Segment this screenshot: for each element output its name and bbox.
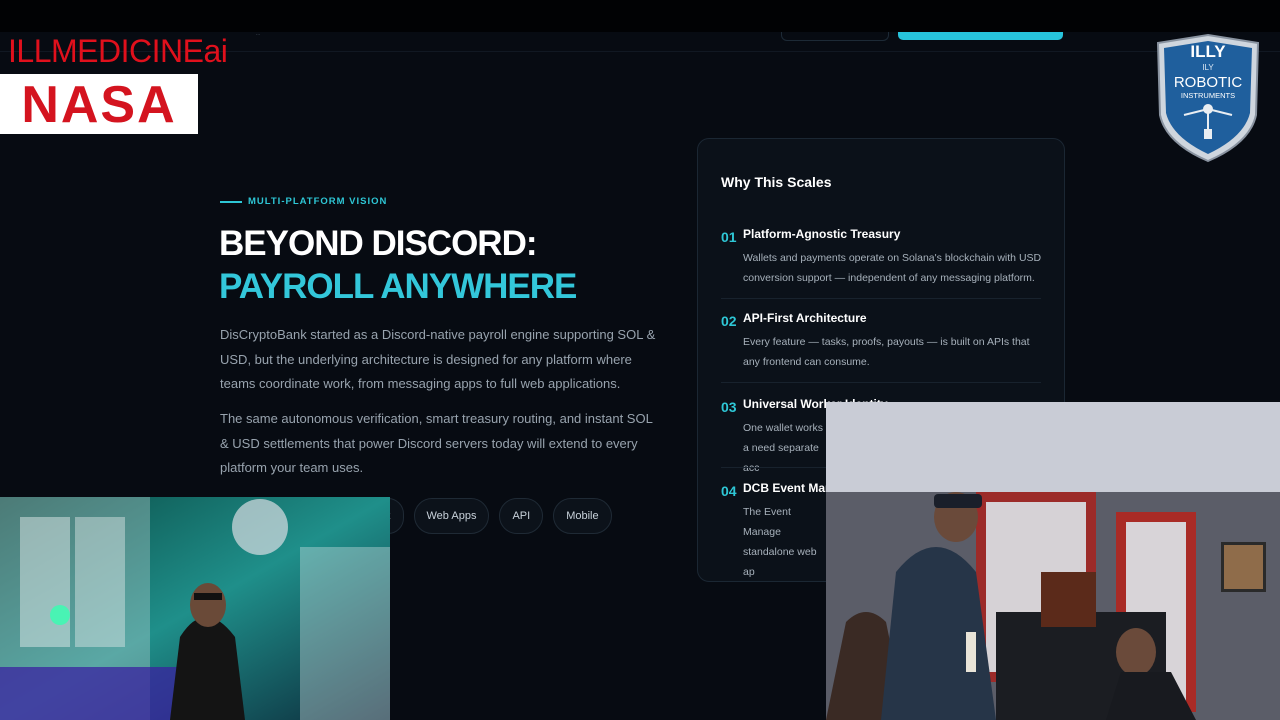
badge-line-4: INSTRUMENTS [1181, 91, 1235, 100]
badge-line-3: ROBOTIC [1174, 74, 1243, 91]
eyebrow-text: MULTI-PLATFORM VISION [248, 196, 388, 207]
nav-tiny-text: ... [256, 31, 261, 37]
scale-item: 01 Platform-Agnostic Treasury Wallets an… [721, 227, 1042, 299]
illmedicine-brand-text: ILLMEDICINEai [8, 33, 228, 69]
item-number: 02 [721, 313, 737, 329]
nasa-logo-text: NASA [21, 78, 176, 130]
item-title: DCB Event Mana [743, 481, 840, 495]
platform-chips: k Web Apps API Mobile [372, 498, 612, 534]
nav-secondary-button[interactable] [781, 32, 889, 41]
nasa-logo: NASA [0, 74, 198, 134]
item-divider [721, 382, 1041, 383]
item-number: 01 [721, 229, 737, 245]
item-description: Wallets and payments operate on Solana's… [743, 252, 1042, 284]
section-eyebrow: MULTI-PLATFORM VISION [220, 196, 387, 207]
eyebrow-line [220, 200, 242, 203]
intro-paragraph: DisCryptoBank started as a Discord-nativ… [220, 327, 656, 391]
item-title: API-First Architecture [743, 311, 867, 325]
webcam-image-left [0, 497, 390, 720]
webcam-feed-left [0, 497, 390, 720]
shield-badge-icon: ILLY ILY ROBOTIC INSTRUMENTS [1156, 33, 1260, 163]
webcam-feed-right [826, 402, 1280, 720]
item-number: 04 [721, 483, 737, 499]
item-description: The Event Manage standalone web ap [743, 506, 817, 578]
chip-api[interactable]: API [499, 498, 544, 534]
item-description: One wallet works a need separate acc [743, 422, 823, 474]
chip-mobile[interactable]: Mobile [553, 498, 612, 534]
nav-primary-button[interactable] [898, 32, 1063, 40]
second-paragraph: The same autonomous verification, smart … [220, 411, 653, 475]
scale-item: 02 API-First Architecture Every feature … [721, 311, 1041, 383]
headline-line-2: PAYROLL ANYWHERE [219, 267, 577, 306]
webcam-image-right [826, 402, 1280, 720]
nasa-worm-logo: NASA [21, 78, 176, 130]
item-number: 03 [721, 399, 737, 415]
badge-line-1: ILLY [1190, 42, 1226, 61]
item-description: Every feature — tasks, proofs, payouts —… [743, 336, 1030, 368]
badge-line-2: ILY [1202, 63, 1214, 72]
chip-web-apps[interactable]: Web Apps [413, 498, 490, 534]
headline-line-1: BEYOND DISCORD: [219, 224, 538, 263]
illy-robotic-badge: ILLY ILY ROBOTIC INSTRUMENTS [1154, 33, 1262, 163]
item-divider [721, 298, 1041, 299]
item-title: Platform-Agnostic Treasury [743, 227, 901, 241]
card-title: Why This Scales [721, 174, 832, 190]
top-black-bar [0, 0, 1280, 32]
